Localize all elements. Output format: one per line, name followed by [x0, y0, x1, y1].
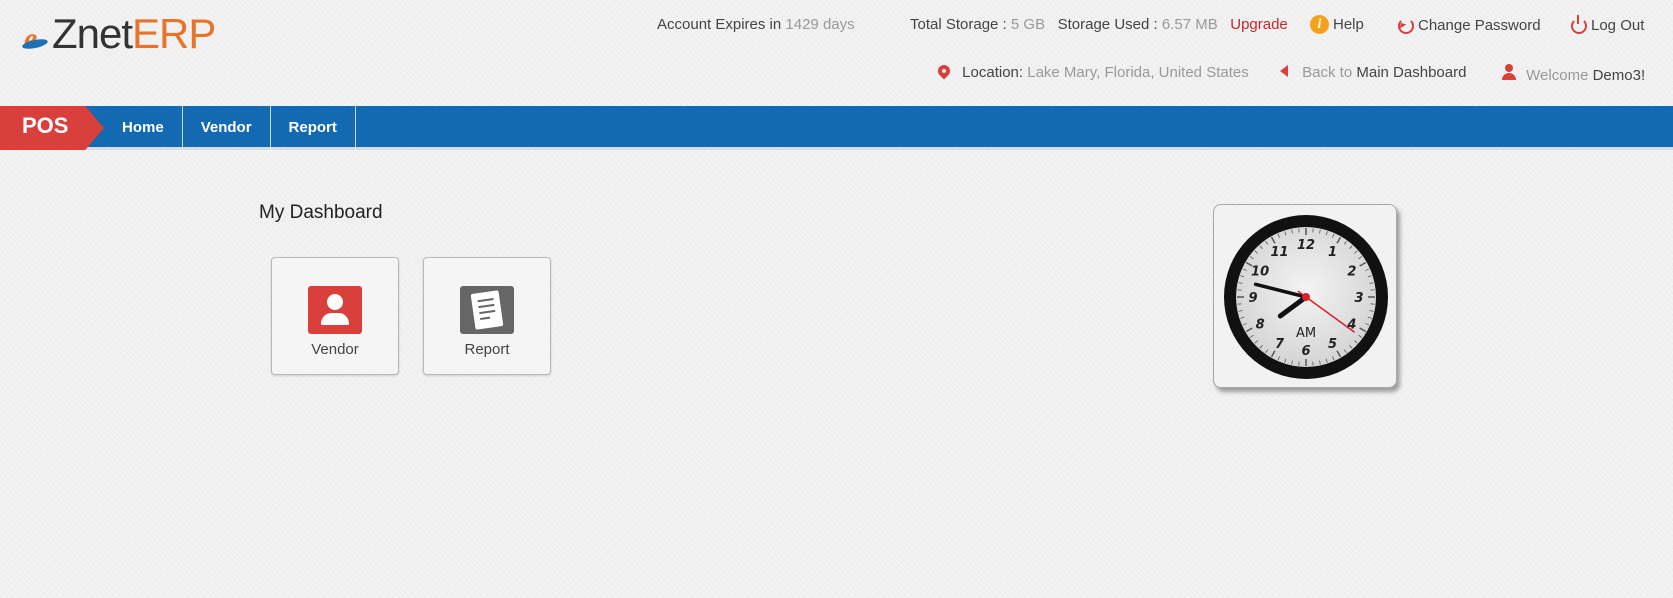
account-expiry: Account Expires in 1429 days — [657, 16, 855, 33]
clock-numeral: 12 — [1297, 238, 1315, 253]
welcome-user: Welcome Demo3! — [1502, 64, 1645, 84]
clock-numeral: 10 — [1251, 265, 1269, 280]
logo-name: Znet — [52, 10, 133, 57]
vendor-tile-label: Vendor — [311, 341, 359, 358]
clock-numeral: 8 — [1256, 318, 1265, 333]
upgrade-link[interactable]: Upgrade — [1230, 16, 1288, 33]
help-link[interactable]: i Help — [1310, 15, 1364, 34]
report-tile[interactable]: Report — [423, 257, 551, 375]
clock-center-pin — [1302, 293, 1310, 301]
refresh-icon — [1398, 17, 1414, 34]
nav-item-report[interactable]: Report — [271, 106, 356, 150]
location-info: Location: Lake Mary, Florida, United Sta… — [935, 62, 1249, 81]
logo-mark: e — [21, 14, 52, 55]
back-arrow-icon — [1280, 65, 1288, 77]
clock-numeral: 6 — [1301, 344, 1310, 359]
report-icon — [460, 286, 514, 334]
nav-item-vendor[interactable]: Vendor — [183, 106, 271, 150]
user-icon — [1502, 64, 1516, 80]
back-to-dashboard-link[interactable]: Back to Main Dashboard — [1280, 64, 1466, 81]
change-password-link[interactable]: Change Password — [1398, 17, 1541, 34]
clock-numeral: 1 — [1328, 245, 1337, 260]
clock-numeral: 3 — [1354, 291, 1363, 306]
clock-numeral: 9 — [1248, 291, 1257, 306]
power-icon — [1571, 14, 1587, 34]
logo-suffix: ERP — [132, 10, 216, 57]
vendor-icon — [308, 286, 362, 334]
clock-period: AM — [1296, 326, 1316, 341]
analog-clock-widget: 12 1 2 3 4 5 6 7 8 9 10 11 AM — [1213, 204, 1397, 388]
analog-clock: 12 1234567891011 AM — [1224, 215, 1388, 379]
storage-info: Total Storage : 5 GB Storage Used : 6.57… — [910, 16, 1288, 33]
logo[interactable]: e Znet ERP — [21, 10, 216, 58]
help-icon: i — [1310, 15, 1329, 34]
nav-menu: Home Vendor Report — [104, 106, 356, 150]
clock-numeral: 2 — [1347, 265, 1356, 280]
logout-link[interactable]: Log Out — [1571, 14, 1644, 34]
report-tile-label: Report — [464, 341, 510, 358]
page-title: My Dashboard — [259, 202, 383, 223]
clock-numeral: 11 — [1270, 245, 1288, 260]
nav-item-home[interactable]: Home — [104, 106, 183, 150]
header: e Znet ERP Account Expires in 1429 days … — [0, 0, 1673, 106]
clock-numeral: 7 — [1275, 337, 1285, 352]
clock-numeral: 5 — [1328, 337, 1337, 352]
main-navbar: POS Home Vendor Report — [0, 106, 1673, 150]
location-pin-icon — [935, 62, 953, 80]
vendor-tile[interactable]: Vendor — [271, 257, 399, 375]
pos-badge: POS — [0, 106, 104, 150]
